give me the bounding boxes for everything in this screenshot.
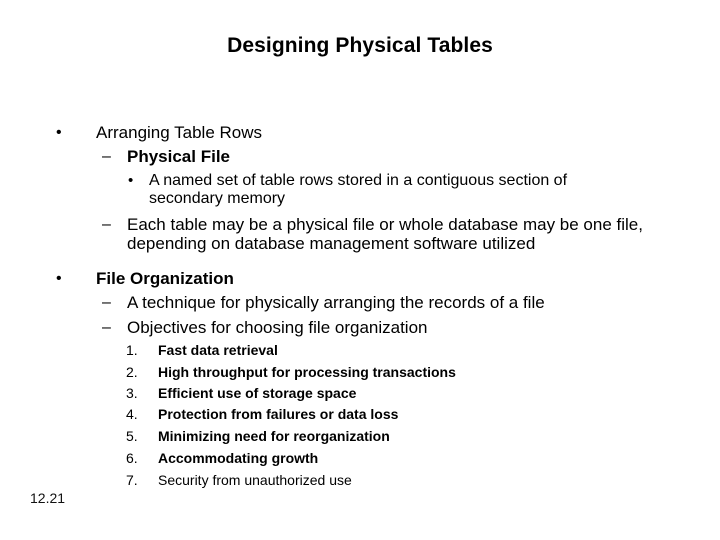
list-number: 5. bbox=[126, 428, 138, 444]
section-heading: File Organization bbox=[96, 269, 234, 288]
list-number: 4. bbox=[126, 406, 138, 422]
list-number: 1. bbox=[126, 342, 138, 358]
list-number: 6. bbox=[126, 450, 138, 466]
list-item-text: Security from unauthorized use bbox=[158, 472, 352, 488]
dash-text: Each table may be a physical file or who… bbox=[127, 215, 643, 234]
bullet-icon: • bbox=[56, 270, 62, 287]
list-item-text: Fast data retrieval bbox=[158, 342, 278, 358]
slide-number: 12.21 bbox=[30, 490, 66, 506]
list-number: 2. bbox=[126, 364, 138, 380]
list-item-text: Protection from failures or data loss bbox=[158, 406, 399, 422]
dash-icon: – bbox=[102, 148, 111, 165]
list-number: 7. bbox=[126, 472, 138, 488]
list-item-text: High throughput for processing transacti… bbox=[158, 364, 456, 380]
dash-icon: – bbox=[102, 319, 111, 336]
subheading-physical-file: Physical File bbox=[127, 147, 230, 166]
definition-text: A named set of table rows stored in a co… bbox=[149, 172, 568, 189]
list-item-text: Efficient use of storage space bbox=[158, 385, 357, 401]
list-number: 3. bbox=[126, 385, 138, 401]
list-item-text: Accommodating growth bbox=[158, 450, 319, 466]
bullet-icon: • bbox=[56, 124, 62, 141]
dash-text-continued: depending on database management softwar… bbox=[127, 234, 536, 253]
list-item-text: Minimizing need for reorganization bbox=[158, 428, 390, 444]
dash-text: Objectives for choosing file organizatio… bbox=[127, 318, 428, 337]
definition-text-continued: secondary memory bbox=[149, 190, 286, 207]
dash-text: A technique for physically arranging the… bbox=[127, 293, 545, 312]
bullet-icon: • bbox=[128, 172, 134, 189]
dash-icon: – bbox=[102, 216, 111, 233]
slide-title: Designing Physical Tables bbox=[227, 34, 493, 57]
dash-icon: – bbox=[102, 294, 111, 311]
section-heading: Arranging Table Rows bbox=[96, 123, 262, 142]
